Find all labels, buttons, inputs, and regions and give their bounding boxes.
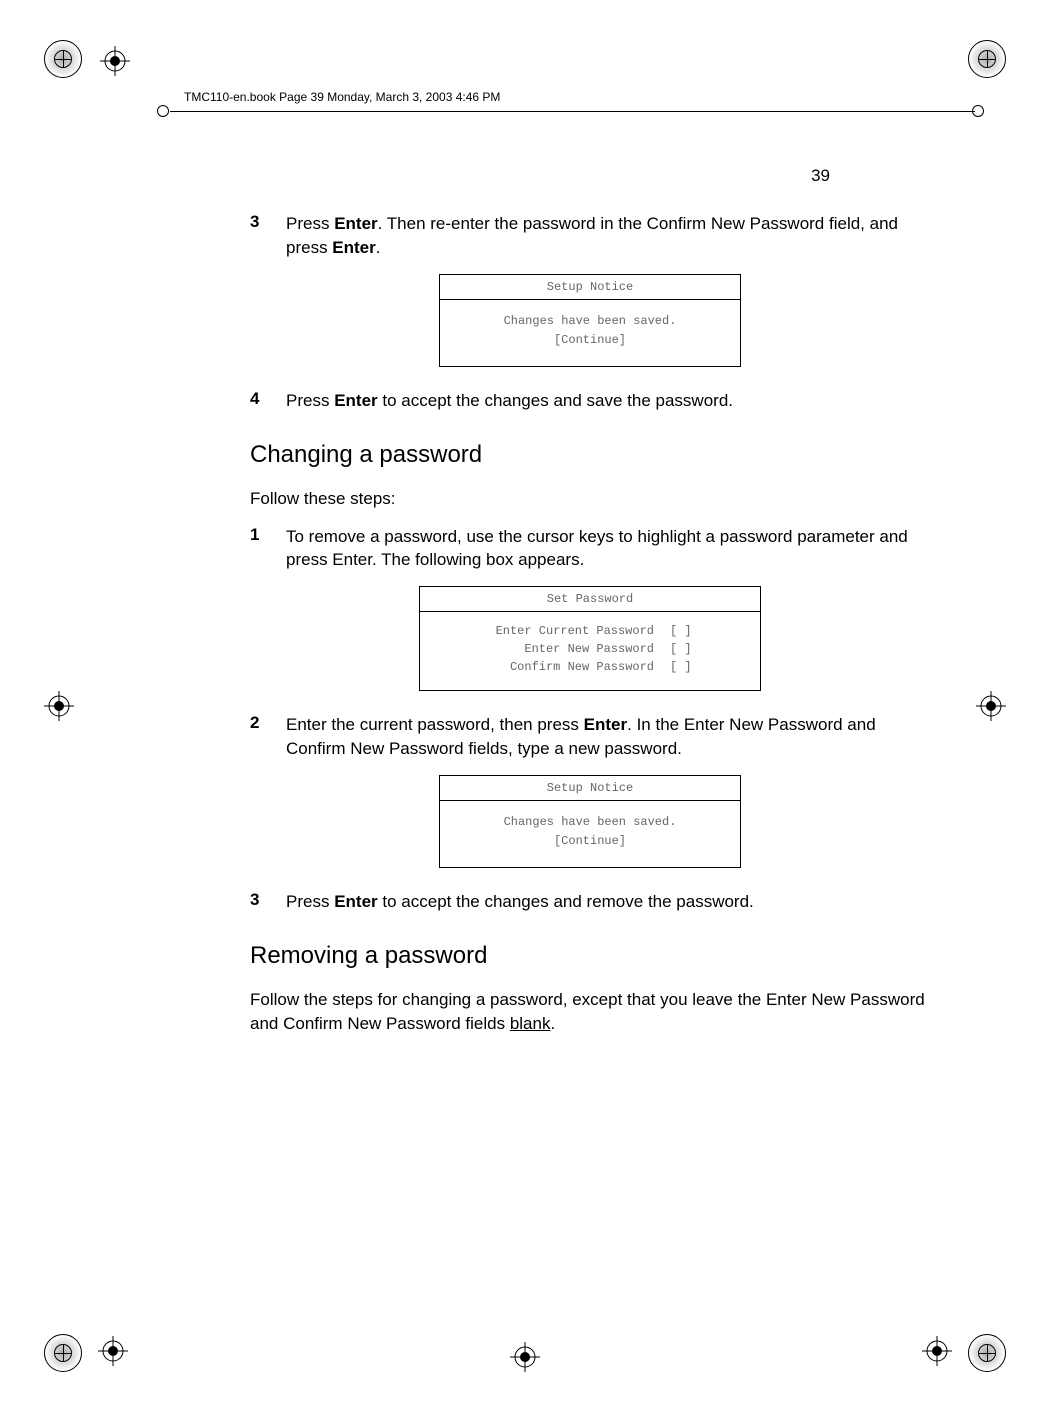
registration-mark-icon [100,46,130,76]
page-container: TMC110-en.book Page 39 Monday, March 3, … [50,36,1000,1376]
page-content: 3 Press Enter. Then re-enter the passwor… [250,212,930,1050]
step-text: Press Enter. Then re-enter the password … [286,212,930,260]
change-step-1: 1 To remove a password, use the cursor k… [250,525,930,573]
step-number: 3 [250,890,286,914]
dialog-body: Changes have been saved. [Continue] [440,300,740,366]
dialog-line: Changes have been saved. [448,312,732,331]
set-password-dialog: Set Password Enter Current Password [ ] … [419,586,761,691]
registration-mark-icon [44,691,74,721]
heading-changing-password: Changing a password [250,441,930,469]
step-text: Press Enter to accept the changes and sa… [286,389,733,413]
step-4: 4 Press Enter to accept the changes and … [250,389,930,413]
dialog-title: Set Password [420,587,760,612]
bold-enter: Enter [334,892,377,911]
step-text: To remove a password, use the cursor key… [286,525,930,573]
dialog-label: Enter New Password [430,642,670,656]
dialog-row: Enter Current Password [ ] [420,622,760,640]
change-step-2: 2 Enter the current password, then press… [250,713,930,761]
dialog-row: Confirm New Password [ ] [420,658,760,676]
text-span: . [376,238,381,257]
running-header: TMC110-en.book Page 39 Monday, March 3, … [184,90,500,104]
step-3-top: 3 Press Enter. Then re-enter the passwor… [250,212,930,260]
registration-mark-icon [98,1336,128,1366]
dialog-title: Setup Notice [440,776,740,801]
text-span: Press [286,214,334,233]
printers-mark-icon [968,1334,1006,1372]
bold-enter: Enter [334,391,377,410]
text-span: to accept the changes and save the passw… [378,391,733,410]
dialog-label: Confirm New Password [430,660,670,674]
change-step-3: 3 Press Enter to accept the changes and … [250,890,930,914]
setup-notice-dialog: Setup Notice Changes have been saved. [C… [439,274,741,367]
step-number: 1 [250,525,286,573]
printers-mark-icon [44,40,82,78]
dialog-label: Enter Current Password [430,624,670,638]
header-rule-cap-icon [157,105,169,117]
setup-notice-dialog-2: Setup Notice Changes have been saved. [C… [439,775,741,868]
page-number: 39 [811,166,830,186]
registration-mark-icon [510,1342,540,1372]
heading-removing-password: Removing a password [250,942,930,970]
dialog-value: [ ] [670,642,750,656]
dialog-line: [Continue] [448,331,732,350]
dialog-line: Changes have been saved. [448,813,732,832]
dialog-body: Changes have been saved. [Continue] [440,801,740,867]
bold-enter: Enter [334,214,377,233]
text-span: Enter the current password, then press [286,715,584,734]
bold-enter: Enter [332,238,375,257]
step-number: 3 [250,212,286,260]
registration-mark-icon [922,1336,952,1366]
text-span: Follow the steps for changing a password… [250,990,925,1033]
step-text: Enter the current password, then press E… [286,713,930,761]
dialog-title: Setup Notice [440,275,740,300]
text-span: to accept the changes and remove the pas… [378,892,754,911]
printers-mark-icon [968,40,1006,78]
text-span: . [550,1014,555,1033]
printers-mark-icon [44,1334,82,1372]
registration-mark-icon [976,691,1006,721]
text-span: Press [286,391,334,410]
header-rule-cap-icon [972,105,984,117]
bold-enter: Enter [584,715,627,734]
dialog-value: [ ] [670,624,750,638]
paragraph: Follow these steps: [250,487,930,511]
paragraph: Follow the steps for changing a password… [250,988,930,1036]
dialog-value: [ ] [670,660,750,674]
step-number: 2 [250,713,286,761]
step-number: 4 [250,389,286,413]
dialog-row: Enter New Password [ ] [420,640,760,658]
header-rule [170,111,975,112]
step-text: Press Enter to accept the changes and re… [286,890,754,914]
underline-blank: blank [510,1014,551,1033]
dialog-line: [Continue] [448,832,732,851]
text-span: Press [286,892,334,911]
